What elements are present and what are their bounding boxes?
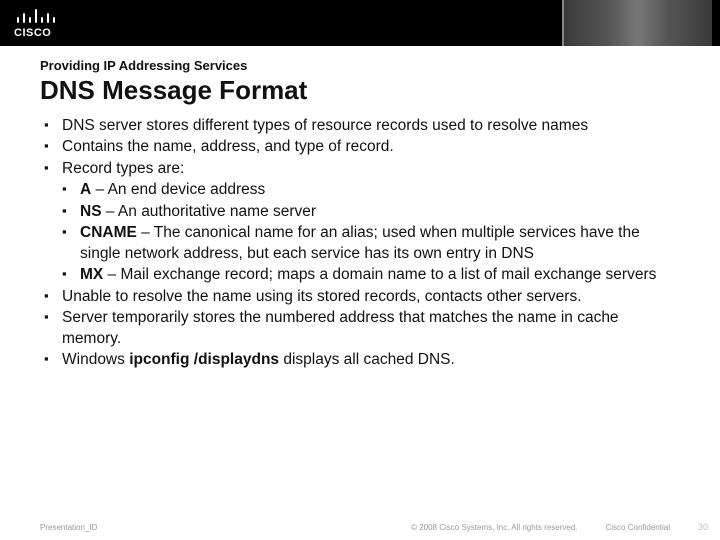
bullet-text-post: displays all cached DNS. — [279, 351, 455, 368]
record-type-name: CNAME — [80, 224, 137, 241]
cisco-logo: CISCO — [14, 6, 74, 40]
slide: CISCO Providing IP Addressing Services D… — [0, 0, 720, 540]
record-type-desc: – An end device address — [91, 181, 265, 198]
bullet-text: Contains the name, address, and type of … — [62, 138, 394, 155]
bullet-text-pre: Windows — [62, 351, 129, 368]
slide-content: DNS server stores different types of res… — [0, 116, 720, 540]
confidential: Cisco Confidential — [606, 523, 670, 532]
bullet-item: Unable to resolve the name using its sto… — [44, 287, 678, 307]
bullet-text: Unable to resolve the name using its sto… — [62, 288, 582, 305]
bullet-text-bold: ipconfig /displaydns — [129, 351, 279, 368]
bullet-item: Contains the name, address, and type of … — [44, 137, 678, 157]
bullet-item: Record types are: A – An end device addr… — [44, 159, 678, 286]
sub-bullet-item: NS – An authoritative name server — [62, 202, 678, 222]
page-number: 30 — [698, 522, 708, 532]
record-type-desc: – An authoritative name server — [102, 203, 317, 220]
record-type-desc: – Mail exchange record; maps a domain na… — [103, 266, 656, 283]
bullet-item: DNS server stores different types of res… — [44, 116, 678, 136]
header-photo — [562, 0, 712, 46]
record-type-name: MX — [80, 266, 103, 283]
svg-text:CISCO: CISCO — [14, 27, 51, 39]
header-bar: CISCO — [0, 0, 720, 46]
bullet-text: DNS server stores different types of res… — [62, 117, 588, 134]
bullet-text: Record types are: — [62, 160, 184, 177]
footer: Presentation_ID © 2008 Cisco Systems, In… — [0, 514, 720, 540]
slide-eyebrow: Providing IP Addressing Services — [40, 58, 720, 73]
sub-bullet-item: A – An end device address — [62, 180, 678, 200]
record-type-name: A — [80, 181, 91, 198]
sub-bullet-item: MX – Mail exchange record; maps a domain… — [62, 265, 678, 285]
bullet-text: Server temporarily stores the numbered a… — [62, 309, 619, 346]
bullet-item: Server temporarily stores the numbered a… — [44, 308, 678, 349]
presentation-id: Presentation_ID — [40, 523, 97, 532]
record-type-desc: – The canonical name for an alias; used … — [80, 224, 640, 261]
record-type-name: NS — [80, 203, 102, 220]
bullet-item: Windows ipconfig /displaydns displays al… — [44, 350, 678, 370]
slide-title: DNS Message Format — [40, 75, 720, 106]
sub-bullet-item: CNAME – The canonical name for an alias;… — [62, 223, 678, 264]
copyright: © 2008 Cisco Systems, Inc. All rights re… — [411, 523, 577, 532]
